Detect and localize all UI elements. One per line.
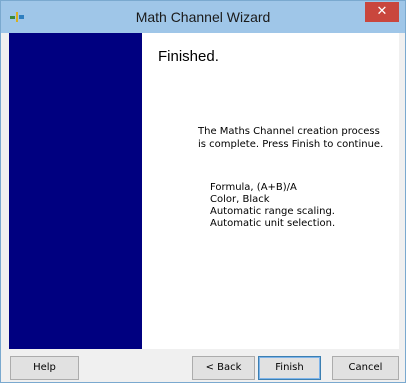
wizard-window: Math Channel Wizard ✕ Finished. The Math… [0,0,406,383]
wizard-content: Finished. The Maths Channel creation pro… [142,33,399,349]
summary-unit-selection: Automatic unit selection. [210,218,336,229]
title-bar[interactable]: Math Channel Wizard ✕ [1,1,405,33]
summary-range-scaling: Automatic range scaling. [210,206,335,217]
page-heading: Finished. [158,48,219,65]
window-title: Math Channel Wizard [135,9,271,25]
completion-message: The Maths Channel creation process is co… [198,126,384,150]
cancel-button[interactable]: Cancel [332,356,399,380]
back-button[interactable]: < Back [192,356,255,380]
help-button[interactable]: Help [10,356,79,380]
channel-summary: Formula, (A+B)/A Color, Black Automatic … [210,182,390,230]
finish-button[interactable]: Finish [258,356,321,380]
summary-formula: Formula, (A+B)/A [210,182,297,193]
close-icon: ✕ [376,4,388,19]
summary-color: Color, Black [210,194,270,205]
close-button[interactable]: ✕ [365,2,399,22]
side-banner [9,33,142,349]
